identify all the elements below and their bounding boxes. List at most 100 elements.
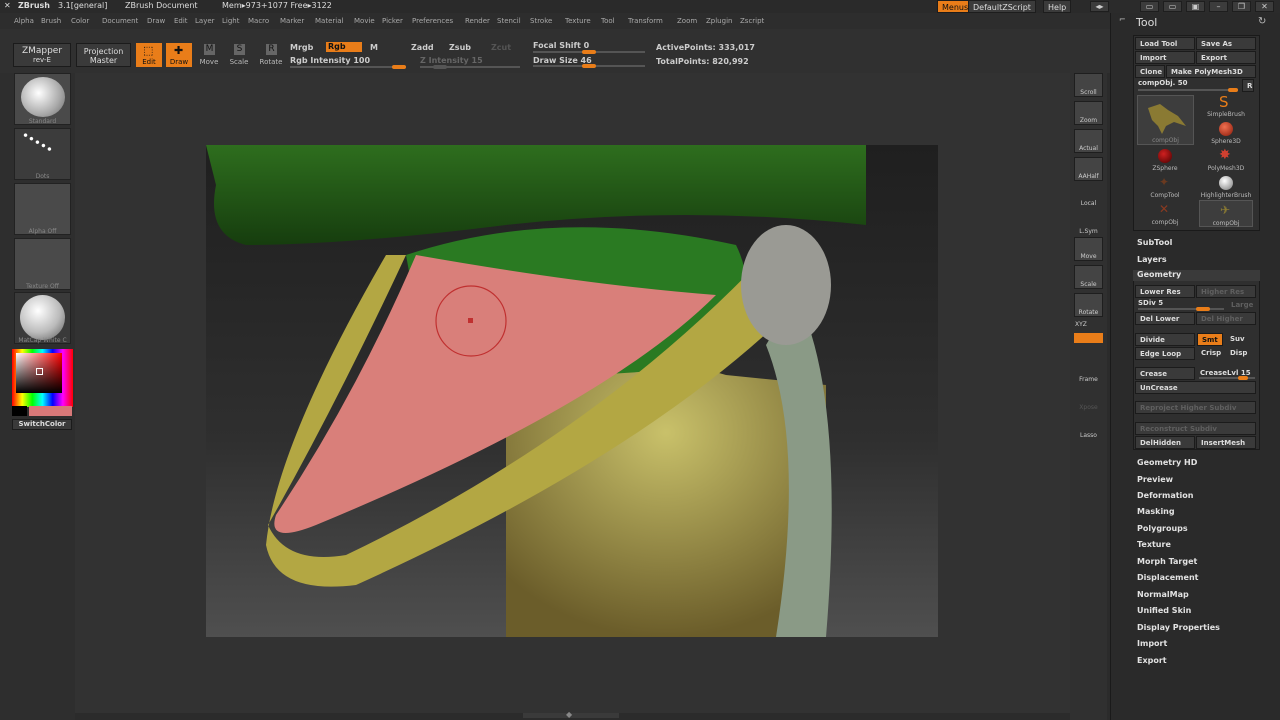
material-thumbnail[interactable]: MatCap White C [14, 292, 71, 344]
menu-zoom[interactable]: Zoom [677, 17, 697, 25]
current-tool-thumbnail[interactable]: compObj [1137, 95, 1194, 145]
menu-layer[interactable]: Layer [195, 17, 215, 25]
morph-target-section[interactable]: Morph Target [1137, 557, 1197, 566]
tool-slider[interactable] [1138, 88, 1238, 92]
tool-sphere3d[interactable]: Sphere3D [1199, 119, 1253, 146]
menu-draw[interactable]: Draw [147, 17, 165, 25]
rgb-intensity-slider[interactable]: Rgb Intensity 100 [290, 56, 370, 65]
xyz-button[interactable] [1074, 333, 1103, 343]
uncrease-button[interactable]: UnCrease [1135, 381, 1256, 394]
secondary-color-swatch[interactable] [29, 406, 72, 416]
draw-size-track[interactable] [533, 64, 645, 68]
rotate-button[interactable]: R Rotate [258, 43, 284, 67]
disp-toggle[interactable]: Disp [1226, 347, 1256, 360]
lower-res-button[interactable]: Lower Res [1135, 285, 1195, 298]
projection-master-button[interactable]: Projection Master [76, 43, 131, 67]
menu-toggle-icon[interactable]: ◂▸ [1090, 1, 1109, 12]
tool-comptool[interactable]: ✦ CompTool [1138, 173, 1192, 200]
del-higher-button[interactable]: Del Higher [1196, 312, 1256, 325]
focal-shift-track[interactable] [533, 50, 645, 54]
tray-toggle-icon[interactable]: ◆ [566, 710, 572, 719]
aahalf-button[interactable]: AAHalf [1074, 157, 1103, 181]
xyz-label[interactable]: XYZ [1075, 321, 1087, 328]
reconstruct-button[interactable]: Reconstruct Subdiv [1135, 422, 1256, 435]
texture-section[interactable]: Texture [1137, 540, 1171, 549]
main-color-swatch[interactable] [12, 406, 27, 416]
tool-collapse-icon[interactable]: ⌐ [1119, 15, 1126, 24]
help-button[interactable]: Help [1043, 0, 1072, 13]
menu-alpha[interactable]: Alpha [14, 17, 34, 25]
import-section[interactable]: Import [1137, 639, 1167, 648]
edge-loop-button[interactable]: Edge Loop [1135, 347, 1195, 360]
alpha-thumbnail[interactable]: Alpha Off [14, 183, 71, 235]
tool-polymesh3d[interactable]: ✸ PolyMesh3D [1199, 146, 1253, 173]
tool-simplebrush[interactable]: S SimpleBrush [1199, 92, 1253, 119]
layout2-icon[interactable]: ▭ [1163, 1, 1182, 12]
zscript-button[interactable]: DefaultZScript [968, 0, 1036, 13]
texture-thumbnail[interactable]: Texture Off [14, 238, 71, 290]
menu-edit[interactable]: Edit [174, 17, 188, 25]
menu-zplugin[interactable]: Zplugin [706, 17, 732, 25]
layout-icon[interactable]: ▭ [1140, 1, 1159, 12]
export-tool-button[interactable]: Export [1196, 51, 1256, 64]
restore-icon[interactable]: ❐ [1232, 1, 1251, 12]
suv-toggle[interactable]: Suv [1226, 333, 1256, 346]
crisp-toggle[interactable]: Crisp [1197, 347, 1225, 360]
insertmesh-button[interactable]: InsertMesh [1196, 436, 1256, 449]
sdiv-track[interactable] [1138, 307, 1224, 311]
make-polymesh-button[interactable]: Make PolyMesh3D [1166, 65, 1256, 78]
color-picker[interactable] [12, 349, 73, 407]
unified-skin-section[interactable]: Unified Skin [1137, 606, 1191, 615]
menu-macro[interactable]: Macro [248, 17, 269, 25]
tool-highlighterbrush[interactable]: HighlighterBrush [1199, 173, 1253, 200]
preview-section[interactable]: Preview [1137, 475, 1173, 484]
brush-thumbnail[interactable]: Standard [14, 73, 71, 125]
lasso-button[interactable]: Lasso [1074, 417, 1103, 441]
z-intensity-track[interactable] [420, 65, 520, 69]
local-button[interactable]: Local [1074, 185, 1103, 209]
menu-zscript[interactable]: Zscript [740, 17, 764, 25]
xpose-button[interactable]: Xpose [1074, 389, 1103, 413]
m-button[interactable]: M [370, 43, 378, 52]
menu-movie[interactable]: Movie [354, 17, 375, 25]
zsub-button[interactable]: Zsub [449, 43, 471, 52]
rgb-button[interactable]: Rgb [326, 42, 362, 52]
lsym-button[interactable]: L.Sym [1074, 213, 1103, 237]
menu-brush[interactable]: Brush [41, 17, 61, 25]
menu-tool[interactable]: Tool [601, 17, 615, 25]
zmapper-button[interactable]: ZMapper rev-E [13, 43, 71, 67]
normalmap-section[interactable]: NormalMap [1137, 590, 1189, 599]
menu-texture[interactable]: Texture [565, 17, 591, 25]
menu-stencil[interactable]: Stencil [497, 17, 521, 25]
sdiv-slider[interactable]: SDiv 5 [1138, 299, 1163, 307]
r-button[interactable]: R [1242, 79, 1254, 92]
crease-level-track[interactable] [1199, 376, 1255, 380]
masking-section[interactable]: Masking [1137, 507, 1175, 516]
subtool-section[interactable]: SubTool [1137, 238, 1172, 247]
move-button[interactable]: M Move [197, 43, 221, 67]
actual-button[interactable]: Actual [1074, 129, 1103, 153]
move-view-button[interactable]: Move [1074, 237, 1103, 261]
displacement-section[interactable]: Displacement [1137, 573, 1198, 582]
import-tool-button[interactable]: Import [1135, 51, 1195, 64]
rgb-intensity-track[interactable] [290, 65, 406, 69]
close-icon[interactable]: ✕ [1255, 1, 1274, 12]
del-lower-button[interactable]: Del Lower [1135, 312, 1195, 325]
geometry-section[interactable]: Geometry [1133, 270, 1260, 281]
load-tool-button[interactable]: Load Tool [1135, 37, 1195, 50]
menu-picker[interactable]: Picker [382, 17, 403, 25]
layers-section[interactable]: Layers [1137, 255, 1167, 264]
display-properties-section[interactable]: Display Properties [1137, 623, 1220, 632]
menu-color[interactable]: Color [71, 17, 89, 25]
menu-render[interactable]: Render [465, 17, 490, 25]
document-canvas[interactable] [206, 145, 938, 637]
z-intensity-slider[interactable]: Z Intensity 15 [420, 56, 483, 65]
export-section[interactable]: Export [1137, 656, 1167, 665]
frame-button[interactable]: Frame [1074, 361, 1103, 385]
higher-res-button[interactable]: Higher Res [1196, 285, 1256, 298]
menu-transform[interactable]: Transform [628, 17, 663, 25]
menu-light[interactable]: Light [222, 17, 239, 25]
scale-view-button[interactable]: Scale [1074, 265, 1103, 289]
polygroups-section[interactable]: Polygroups [1137, 524, 1188, 533]
stroke-thumbnail[interactable]: • • • • • Dots [14, 128, 71, 180]
